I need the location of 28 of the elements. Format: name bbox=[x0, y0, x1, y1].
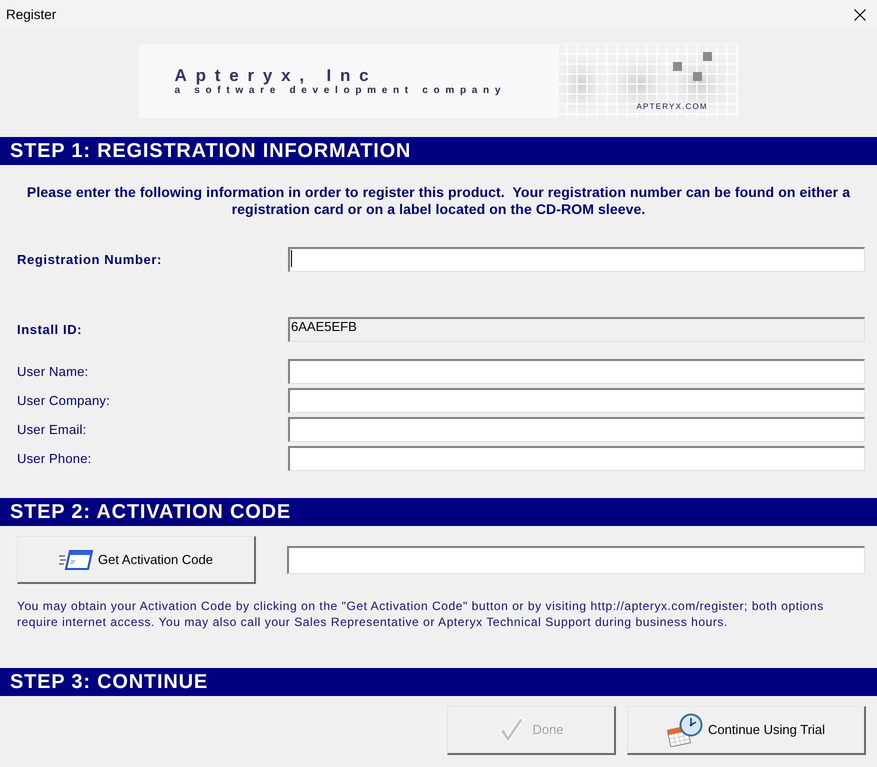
input-field[interactable] bbox=[288, 359, 865, 384]
checkmark-icon bbox=[498, 717, 524, 743]
field-label: Install ID: bbox=[17, 322, 84, 338]
get-activation-code-button[interactable]: Get Activation Code bbox=[17, 536, 256, 584]
field-label: User Phone: bbox=[17, 450, 92, 466]
field-label: User Email: bbox=[17, 422, 88, 438]
input-field[interactable] bbox=[288, 446, 865, 471]
section-header: STEP 1: REGISTRATION INFORMATION bbox=[0, 137, 877, 165]
section-header: STEP 2: ACTIVATION CODE bbox=[0, 498, 877, 526]
window-icon bbox=[59, 548, 94, 570]
input-field[interactable] bbox=[288, 417, 865, 442]
activation-code-field[interactable] bbox=[287, 546, 865, 574]
company-tagline: a software development company bbox=[174, 86, 506, 96]
company-name: Apteryx, Inc bbox=[174, 67, 378, 84]
input-field[interactable] bbox=[288, 388, 865, 413]
input-field[interactable] bbox=[288, 247, 865, 272]
help-text: You may obtain your Activation Code by clicking on the "Get Activation Code" button or by visiting http://apteryx.com/register; both options require internet access. You may also call your Sales Representative or Apteryx Technical Support during business hours. bbox=[17, 598, 825, 630]
field-label: User Name: bbox=[17, 364, 90, 380]
section-header: STEP 3: CONTINUE bbox=[0, 668, 877, 696]
close-icon[interactable] bbox=[854, 9, 866, 21]
window-title: Register bbox=[6, 6, 56, 24]
field-label: Registration Number: bbox=[17, 252, 163, 268]
continue-trial-button[interactable]: Continue Using Trial bbox=[627, 706, 866, 755]
clock-calendar-icon bbox=[666, 713, 703, 747]
website-text: APTERYX.COM bbox=[636, 102, 708, 111]
instructions-text: Please enter the following information in order to register this product. Your registration number can be found on either a registration card or on a label located on the CD-ROM sleeve. bbox=[26, 184, 852, 218]
readonly-field[interactable]: 6AAE5EFB bbox=[288, 317, 865, 342]
field-label: User Company: bbox=[17, 392, 111, 408]
